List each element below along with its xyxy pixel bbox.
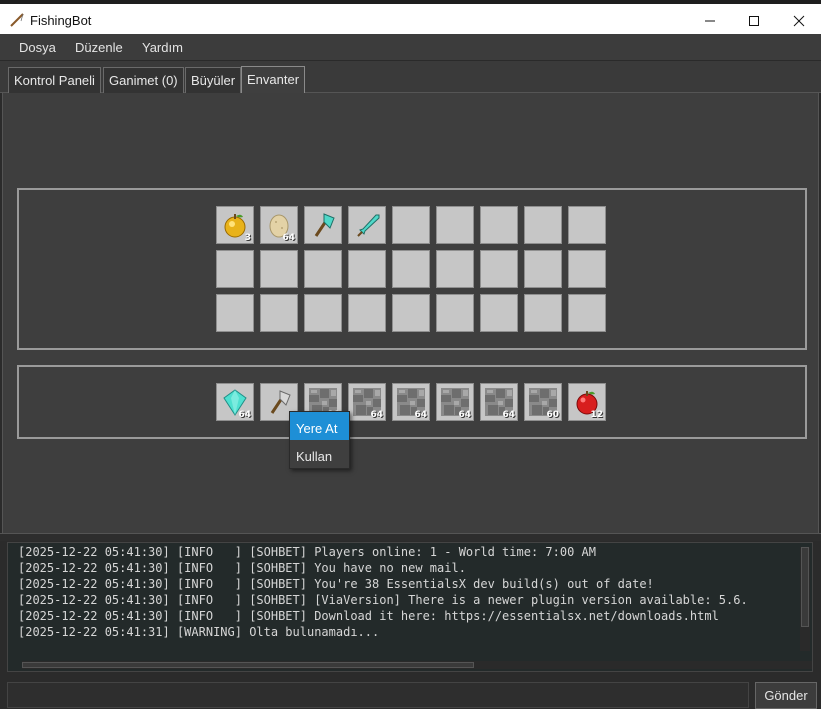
item-count: 64	[414, 410, 427, 420]
inventory-slot-golden-apple[interactable]: 3	[216, 206, 254, 244]
minimize-icon	[705, 20, 715, 22]
item-count: 64	[458, 410, 471, 420]
tab-strip: Kontrol Paneli Ganimet (0) Büyüler Envan…	[0, 61, 821, 94]
inventory-slot-cobblestone[interactable]: 64	[348, 383, 386, 421]
inventory-slot-empty[interactable]	[568, 250, 606, 288]
inventory-slot-empty[interactable]	[568, 294, 606, 332]
inventory-slot-empty[interactable]	[392, 250, 430, 288]
inventory-slot-empty[interactable]	[216, 294, 254, 332]
inventory-slot-empty[interactable]	[480, 250, 518, 288]
panel-splitter[interactable]	[0, 533, 821, 541]
log-line: [2025-12-22 05:41:31] [WARNING] Olta bul…	[18, 625, 380, 639]
maximize-icon	[749, 16, 759, 26]
window-title: FishingBot	[30, 13, 92, 28]
log-line: [2025-12-22 05:41:30] [INFO ] [SOHBET] Y…	[18, 561, 466, 575]
menu-file[interactable]: Dosya	[19, 40, 56, 55]
log-line: [2025-12-22 05:41:30] [INFO ] [SOHBET] Y…	[18, 577, 654, 591]
menu-bar: Dosya Düzenle Yardım	[0, 34, 821, 61]
inventory-slot-empty[interactable]	[480, 294, 518, 332]
inventory-slot-empty[interactable]	[392, 294, 430, 332]
scrollbar-thumb[interactable]	[22, 662, 474, 668]
inventory-slot-empty[interactable]	[436, 206, 474, 244]
item-count: 3	[244, 233, 251, 243]
inventory-slot-diamond[interactable]: 64	[216, 383, 254, 421]
inventory-slot-empty[interactable]	[524, 250, 562, 288]
inventory-slot-empty[interactable]	[480, 206, 518, 244]
inventory-slot-empty[interactable]	[568, 206, 606, 244]
inventory-slot-empty[interactable]	[524, 206, 562, 244]
log-vertical-scrollbar[interactable]	[800, 547, 810, 651]
inventory-slot-diamond-sword[interactable]	[348, 206, 386, 244]
inventory-slot-empty[interactable]	[260, 250, 298, 288]
log-horizontal-scrollbar[interactable]	[22, 661, 812, 669]
inventory-slot-cobblestone[interactable]: 64	[436, 383, 474, 421]
inventory-slot-empty[interactable]	[524, 294, 562, 332]
inventory-slot-empty[interactable]	[216, 250, 254, 288]
inventory-slot-empty[interactable]	[348, 294, 386, 332]
log-line: [2025-12-22 05:41:30] [INFO ] [SOHBET] P…	[18, 545, 596, 559]
minimize-button[interactable]	[687, 8, 733, 34]
item-count: 12	[590, 410, 603, 420]
inventory-slot-cobblestone[interactable]: 60	[524, 383, 562, 421]
slot-context-menu: Yere At Kullan	[289, 411, 350, 469]
inventory-slot-empty[interactable]	[436, 294, 474, 332]
inventory-slot-apple[interactable]: 12	[568, 383, 606, 421]
inventory-slot-cobblestone[interactable]: 64	[392, 383, 430, 421]
diamond-axe-icon	[314, 213, 335, 237]
tab-enchantments[interactable]: Büyüler	[185, 67, 242, 93]
diamond-sword-icon	[357, 214, 380, 237]
tab-loot[interactable]: Ganimet (0)	[103, 67, 184, 93]
menu-help[interactable]: Yardım	[142, 40, 183, 55]
menu-edit[interactable]: Düzenle	[75, 40, 123, 55]
maximize-button[interactable]	[731, 8, 777, 34]
close-button[interactable]	[776, 8, 821, 34]
command-input[interactable]	[7, 682, 749, 708]
inventory-slot-empty[interactable]	[348, 250, 386, 288]
inventory-slot-empty[interactable]	[436, 250, 474, 288]
log-line: [2025-12-22 05:41:30] [INFO ] [SOHBET] […	[18, 593, 748, 607]
send-button[interactable]: Gönder	[755, 682, 817, 709]
fishing-rod-icon	[10, 13, 24, 27]
item-count: 64	[238, 410, 251, 420]
log-console: [2025-12-22 05:41:30] [INFO ] [SOHBET] P…	[7, 542, 813, 672]
inventory-slot-empty[interactable]	[392, 206, 430, 244]
tab-control-panel[interactable]: Kontrol Paneli	[8, 67, 101, 93]
item-count: 60	[546, 410, 559, 420]
inventory-slot-cobblestone[interactable]: 64	[480, 383, 518, 421]
command-row: Gönder	[0, 676, 821, 709]
close-icon	[793, 15, 805, 27]
tab-inventory[interactable]: Envanter	[241, 66, 306, 94]
item-count: 64	[282, 233, 295, 243]
title-bar: FishingBot	[0, 0, 821, 34]
context-item-use[interactable]: Kullan	[290, 440, 349, 468]
inventory-slot-empty[interactable]	[260, 294, 298, 332]
inventory-slot-empty[interactable]	[304, 294, 342, 332]
inventory-slot-egg[interactable]: 64	[260, 206, 298, 244]
context-item-drop[interactable]: Yere At	[290, 412, 349, 440]
scrollbar-thumb[interactable]	[801, 547, 809, 627]
inventory-slot-empty[interactable]	[304, 250, 342, 288]
log-line: [2025-12-22 05:41:30] [INFO ] [SOHBET] D…	[18, 609, 719, 623]
item-count: 64	[370, 410, 383, 420]
item-count: 64	[502, 410, 515, 420]
inventory-slot-diamond-axe[interactable]	[304, 206, 342, 244]
